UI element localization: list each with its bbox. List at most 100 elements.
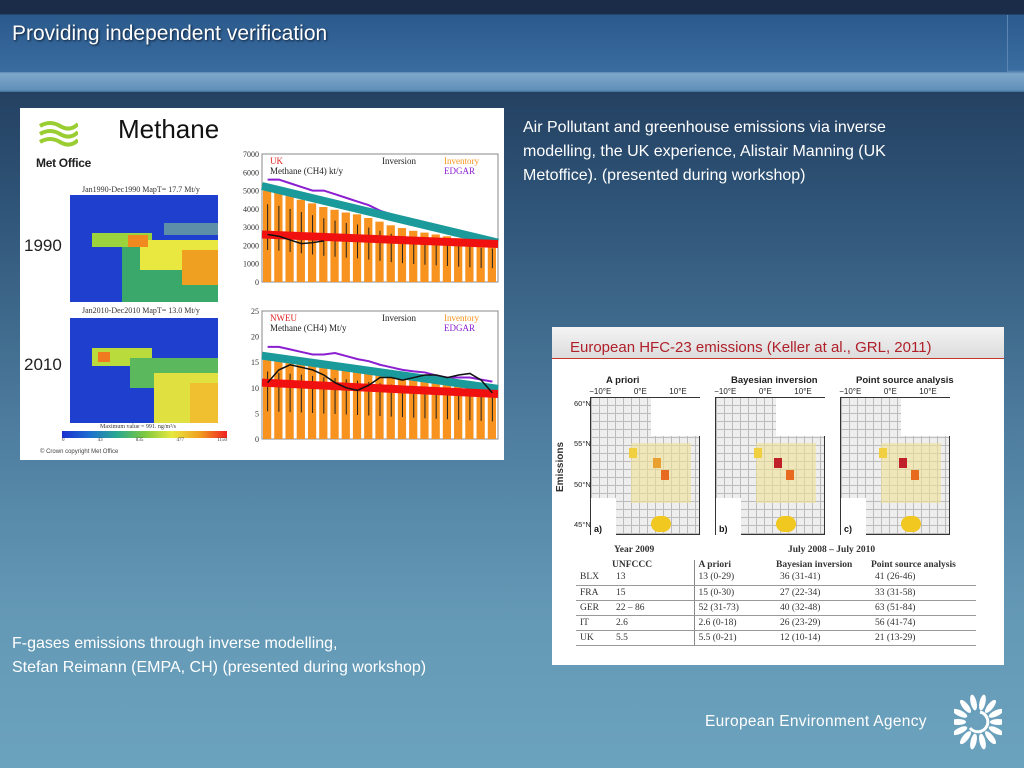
lon-tick: 0°E [883, 387, 897, 396]
lon-tick: −10°E [839, 387, 862, 396]
table-cell: 63 (51-84) [871, 600, 976, 616]
table-cell: 41 (26-46) [871, 570, 976, 586]
y-tick-label: 5000 [243, 187, 259, 196]
map-panel: c) [840, 397, 951, 536]
y-tick-label: 1000 [243, 260, 259, 269]
lon-ticks: −10°E 0°E 10°E [578, 387, 698, 396]
lat-ticks: 60°N 55°N 50°N 45°N [574, 399, 591, 529]
nweu-methane-chart: 25 20 15 10 5 0 NWEUMethane (CH4) Mt/y Inversio… [251, 307, 499, 444]
table-cell: 36 (31-41) [776, 570, 871, 586]
map-2010-caption: Jan2010-Dec2010 MapT= 13.0 Mt/y [82, 306, 200, 315]
y-tick-label: 4000 [243, 205, 259, 214]
lon-tick: 10°E [669, 387, 687, 396]
table-row: IT 2.6 2.6 (0-18) 26 (23-29) 56 (41-74) [576, 615, 976, 631]
caption-line: F-gases emissions through inverse modell… [12, 635, 338, 652]
hfc23-figure: European HFC-23 emissions (Keller at al.… [552, 327, 1004, 665]
table-cell: 56 (41-74) [871, 615, 976, 631]
legend-inventory: Inventory [444, 313, 479, 323]
table-cell: 21 (13-29) [871, 630, 976, 646]
y-tick-label: 2000 [243, 241, 259, 250]
sun-ray [954, 719, 966, 725]
inventory-bar [352, 214, 362, 282]
table-cell: 2.6 [612, 615, 694, 631]
fgases-caption: F-gases emissions through inverse modell… [12, 632, 426, 680]
y-tick-label: 25 [251, 307, 259, 316]
panel-tag: c) [844, 524, 853, 534]
column-header: Point source analysis [871, 560, 956, 570]
colorbar-caption: Maximum value = 991. ng/m²/s [100, 424, 177, 430]
hfc-title: European HFC-23 emissions (Keller at al.… [570, 339, 932, 356]
map-1990 [70, 195, 218, 302]
colorbar-tick: 477 [176, 438, 184, 443]
y-tick-label: 20 [251, 333, 259, 342]
table-group-header: July 2008 – July 2010 [788, 545, 876, 555]
unit-label: Methane (CH4) kt/y [270, 166, 343, 176]
map-panel: b) [715, 397, 826, 536]
lat-tick: 60°N [574, 399, 591, 408]
y-tick-label: 6000 [243, 168, 259, 177]
colorbar-tick: 0 [62, 438, 65, 443]
table-cell: 52 (31-73) [693, 600, 776, 616]
table-cell: 13 [612, 570, 694, 586]
panel-title: Point source analysis [856, 375, 954, 386]
legend-edgar: EDGAR [444, 166, 475, 176]
met-office-logo-icon [38, 121, 78, 147]
table-cell: 2.6 (0-18) [693, 615, 776, 631]
panel-title: A priori [606, 375, 640, 386]
methane-caption: Air Pollutant and greenhouse emissions v… [523, 116, 886, 188]
lat-tick: 55°N [574, 439, 591, 449]
lon-tick: 10°E [919, 387, 937, 396]
inventory-bar [341, 368, 350, 439]
eea-logo-text: European Environment Agency [705, 713, 927, 730]
column-header: UNFCCC [612, 560, 653, 570]
table-cell: 33 (31-58) [871, 585, 976, 601]
colorbar-tick: 835 [135, 438, 144, 443]
table-cell: 27 (22-34) [776, 585, 871, 601]
region-label: UK [270, 156, 283, 166]
table-cell: UK [576, 630, 612, 646]
lon-tick: −10°E [714, 387, 737, 396]
table-row: BLX 13 13 (0-29) 36 (31-41) 41 (26-46) [576, 570, 976, 586]
emissions-label: Emissions [555, 441, 566, 492]
map-1990-year: 1990 [24, 236, 62, 255]
copyright: © Crown copyright Met Office [40, 449, 119, 455]
panel-tag: b) [719, 524, 728, 534]
y-tick-label: 10 [251, 384, 259, 393]
lon-ticks: −10°E 0°E 10°E [703, 387, 823, 396]
table-cell: IT [576, 615, 612, 631]
colorbar-tick: 43 [97, 438, 103, 443]
table-cell: FRA [576, 585, 612, 601]
table-header-row: UNFCCC A priori Bayesian inversion Point… [576, 560, 976, 570]
table-cell: 15 (0-30) [693, 585, 776, 601]
y-tick-label: 0 [255, 278, 259, 287]
table-cell: 13 (0-29) [693, 570, 776, 586]
methane-figure: Met Office Methane Jan1990-Dec1990 MapT=… [20, 108, 504, 460]
uk-methane-chart: 7000 6000 5000 4000 3000 2000 1000 0 UKMethane (… [243, 150, 499, 287]
table-row: UK 5.5 5.5 (0-21) 12 (10-14) 21 (13-29) [576, 630, 976, 646]
table-cell: 15 [612, 585, 694, 601]
inventory-bar [352, 370, 362, 439]
map-panel: a) [590, 397, 701, 536]
caption-line: Stefan Reimann (EMPA, CH) (presented dur… [12, 659, 427, 676]
table-cell: BLX [576, 570, 612, 586]
legend-inversion: Inversion [382, 313, 416, 323]
colorbar [62, 431, 227, 438]
y-tick-label: 0 [255, 435, 259, 444]
table-cell: 22 – 86 [612, 600, 694, 616]
lon-tick: −10°E [589, 387, 612, 396]
table-row: GER 22 – 86 52 (31-73) 40 (32-48) 63 (51-84) [576, 600, 976, 616]
y-tick-label: 7000 [243, 150, 259, 159]
lon-tick: 0°E [758, 387, 772, 396]
eea-sun-logo-icon [954, 694, 1002, 750]
lat-tick: 45°N [574, 519, 591, 529]
legend-inversion: Inversion [382, 156, 416, 166]
y-tick-label: 5 [255, 409, 259, 418]
caption-line: Metoffice). (presented during workshop) [523, 167, 806, 184]
map-2010 [70, 318, 218, 423]
colorbar-tick: 1150 [217, 438, 227, 443]
lat-tick: 50°N [574, 479, 591, 489]
met-office-logo-text: Met Office [36, 156, 92, 170]
lon-tick: 0°E [633, 387, 647, 396]
y-tick-label: 15 [251, 358, 259, 367]
inventory-bar [341, 212, 350, 282]
